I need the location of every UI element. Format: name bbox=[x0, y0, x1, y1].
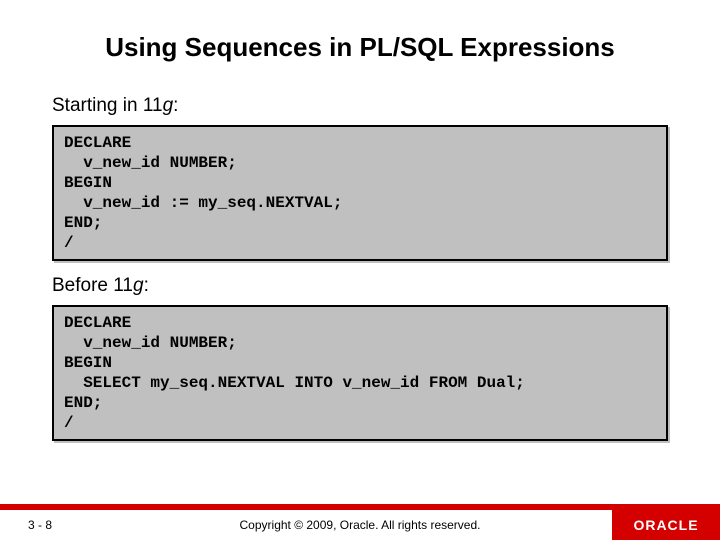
page-number: 3 - 8 bbox=[28, 518, 52, 532]
code-block-old-syntax: DECLARE v_new_id NUMBER; BEGIN SELECT my… bbox=[52, 305, 668, 441]
slide: Using Sequences in PL/SQL Expressions St… bbox=[0, 0, 720, 540]
section-label-starting: Starting in 11g: bbox=[52, 95, 668, 117]
section2-italic: g bbox=[133, 275, 144, 296]
section1-prefix: Starting in 11 bbox=[52, 95, 163, 116]
code-block-new-syntax: DECLARE v_new_id NUMBER; BEGIN v_new_id … bbox=[52, 125, 668, 261]
section1-suffix: : bbox=[173, 95, 178, 116]
section-label-before: Before 11g: bbox=[52, 275, 668, 297]
footer: 3 - 8 Copyright © 2009, Oracle. All righ… bbox=[0, 510, 720, 540]
section1-italic: g bbox=[163, 95, 174, 116]
slide-content: Starting in 11g: DECLARE v_new_id NUMBER… bbox=[0, 95, 720, 441]
slide-title: Using Sequences in PL/SQL Expressions bbox=[0, 0, 720, 95]
section2-suffix: : bbox=[144, 275, 149, 296]
section2-prefix: Before 11 bbox=[52, 275, 133, 296]
oracle-logo: ORACLE bbox=[612, 510, 720, 540]
